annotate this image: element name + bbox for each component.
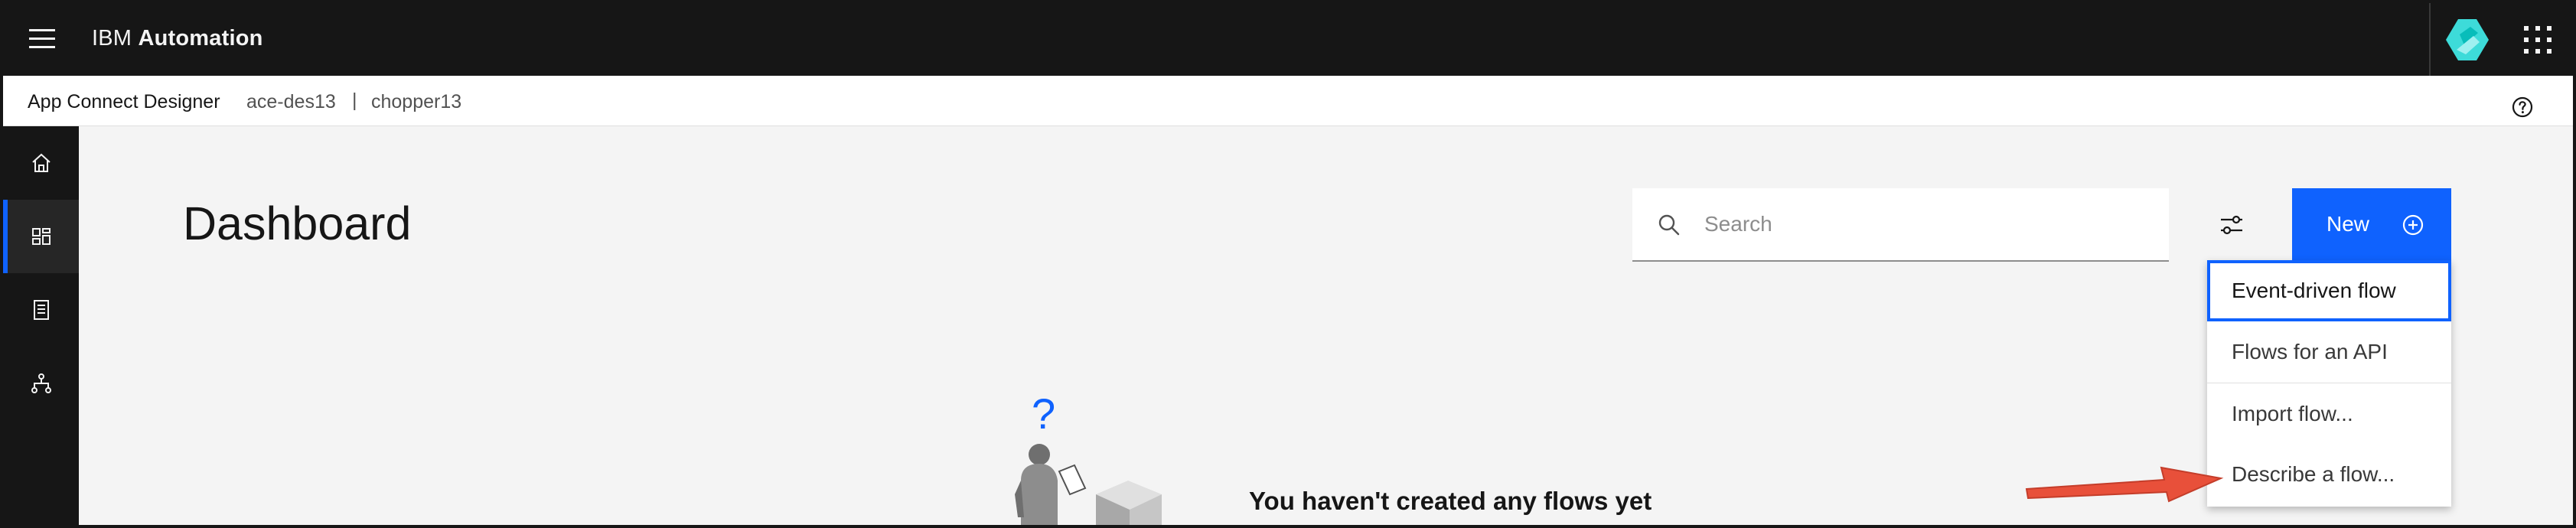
catalog-icon	[34, 300, 49, 320]
menu-item-event-driven-flow[interactable]: Event-driven flow	[2207, 260, 2451, 321]
search-icon	[1658, 214, 1680, 236]
filter-settings-icon	[2221, 215, 2242, 235]
home-icon	[32, 153, 51, 172]
empty-state-illustration: ?	[998, 389, 1197, 525]
side-navigation	[3, 126, 79, 525]
add-circle-icon	[2402, 214, 2424, 236]
brand-prefix: IBM	[92, 26, 132, 51]
app-name-link[interactable]: App Connect Designer	[28, 91, 220, 113]
nav-item-home[interactable]	[3, 126, 79, 200]
menu-item-label: Event-driven flow	[2232, 279, 2396, 302]
top-header: IBM Automation	[3, 3, 2573, 76]
product-name[interactable]: IBM Automation	[92, 26, 263, 51]
brand-product: Automation	[138, 26, 263, 51]
new-button[interactable]: New	[2292, 188, 2451, 262]
namespace-name: chopper13	[371, 91, 462, 112]
filter-button[interactable]	[2207, 200, 2256, 249]
menu-item-label: Flows for an API	[2232, 340, 2388, 363]
nav-item-catalog[interactable]	[3, 273, 79, 347]
hamburger-menu-icon[interactable]	[29, 29, 55, 49]
search-box[interactable]	[1632, 188, 2169, 262]
nav-item-dashboard[interactable]	[3, 200, 79, 273]
instance-name: ace-des13	[246, 91, 336, 112]
menu-item-describe-flow[interactable]: Describe a flow...	[2207, 444, 2451, 505]
menu-item-label: Describe a flow...	[2232, 462, 2395, 486]
hierarchy-icon	[31, 373, 51, 393]
annotation-arrow-icon	[2025, 466, 2224, 503]
new-button-label: New	[2327, 212, 2370, 236]
menu-item-flows-for-api[interactable]: Flows for an API	[2207, 321, 2451, 383]
nav-item-flows[interactable]	[3, 347, 79, 420]
app-frame: IBM Automation App Connect Designer ace-…	[0, 0, 2576, 528]
menu-item-label: Import flow...	[2232, 402, 2353, 425]
help-icon[interactable]	[2510, 95, 2535, 119]
breadcrumb-separator: |	[352, 90, 357, 111]
question-mark: ?	[1032, 395, 1055, 438]
empty-state-title: You haven't created any flows yet	[1249, 487, 1652, 515]
sub-header: App Connect Designer ace-des13 | chopper…	[3, 76, 2573, 126]
app-logo-icon[interactable]	[2443, 16, 2492, 64]
search-input[interactable]	[1704, 202, 2148, 246]
new-flow-menu: Event-driven flow Flows for an API Impor…	[2207, 260, 2451, 507]
dashboard-icon	[32, 228, 51, 245]
menu-item-import-flow[interactable]: Import flow...	[2207, 383, 2451, 444]
page-title: Dashboard	[183, 197, 412, 249]
app-switcher-icon[interactable]	[2524, 26, 2552, 54]
header-divider	[2429, 3, 2431, 76]
